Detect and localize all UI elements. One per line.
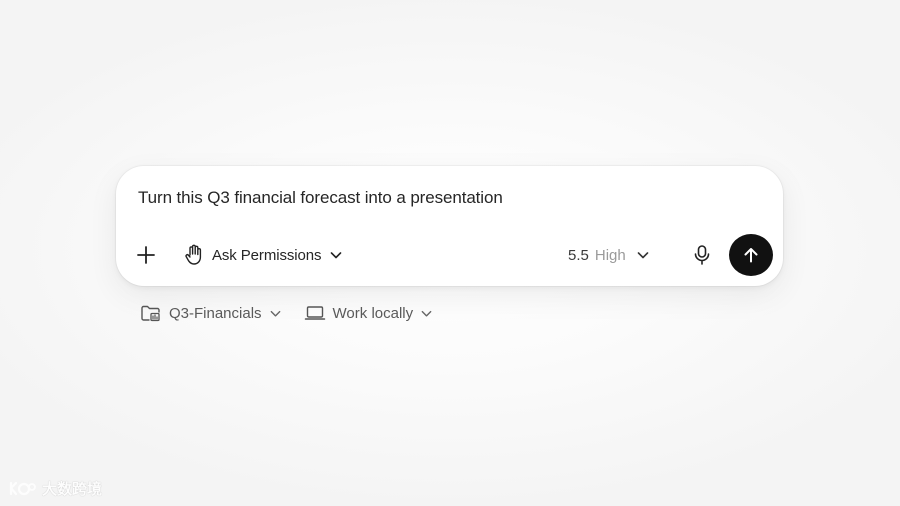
watermark-logo-icon — [8, 478, 38, 498]
laptop-icon — [304, 304, 326, 322]
chevron-down-icon — [420, 307, 433, 320]
project-label: Q3-Financials — [169, 304, 262, 322]
environment-label: Work locally — [332, 304, 414, 322]
permissions-dropdown[interactable]: Ask Permissions — [184, 242, 343, 268]
chevron-down-icon — [636, 248, 650, 262]
model-version: 5.5 — [568, 246, 589, 264]
composer-toolbar: Ask Permissions 5.5 High — [116, 234, 783, 276]
prompt-composer[interactable]: Turn this Q3 financial forecast into a p… — [116, 166, 783, 286]
project-selector[interactable]: Q3-Financials — [140, 303, 282, 323]
voice-input-button[interactable] — [690, 242, 714, 268]
send-button[interactable] — [729, 234, 773, 276]
add-attachment-button[interactable] — [134, 243, 158, 267]
hand-icon — [184, 244, 204, 266]
model-effort-level: High — [594, 246, 626, 264]
watermark-text: 大数跨境 — [42, 480, 103, 498]
model-selector[interactable]: 5.5 High — [568, 242, 650, 268]
folder-icon — [140, 303, 162, 323]
chevron-down-icon — [269, 307, 282, 320]
watermark: 大数跨境 — [8, 476, 102, 500]
prompt-input[interactable]: Turn this Q3 financial forecast into a p… — [138, 187, 503, 209]
permissions-label: Ask Permissions — [212, 246, 322, 264]
environment-selector[interactable]: Work locally — [304, 304, 434, 322]
microphone-icon — [693, 244, 711, 266]
context-options: Q3-Financials Work locally — [140, 301, 433, 325]
arrow-up-icon — [742, 246, 760, 264]
chevron-down-icon — [329, 248, 343, 262]
app-background: Turn this Q3 financial forecast into a p… — [0, 0, 900, 506]
plus-icon — [136, 245, 156, 265]
